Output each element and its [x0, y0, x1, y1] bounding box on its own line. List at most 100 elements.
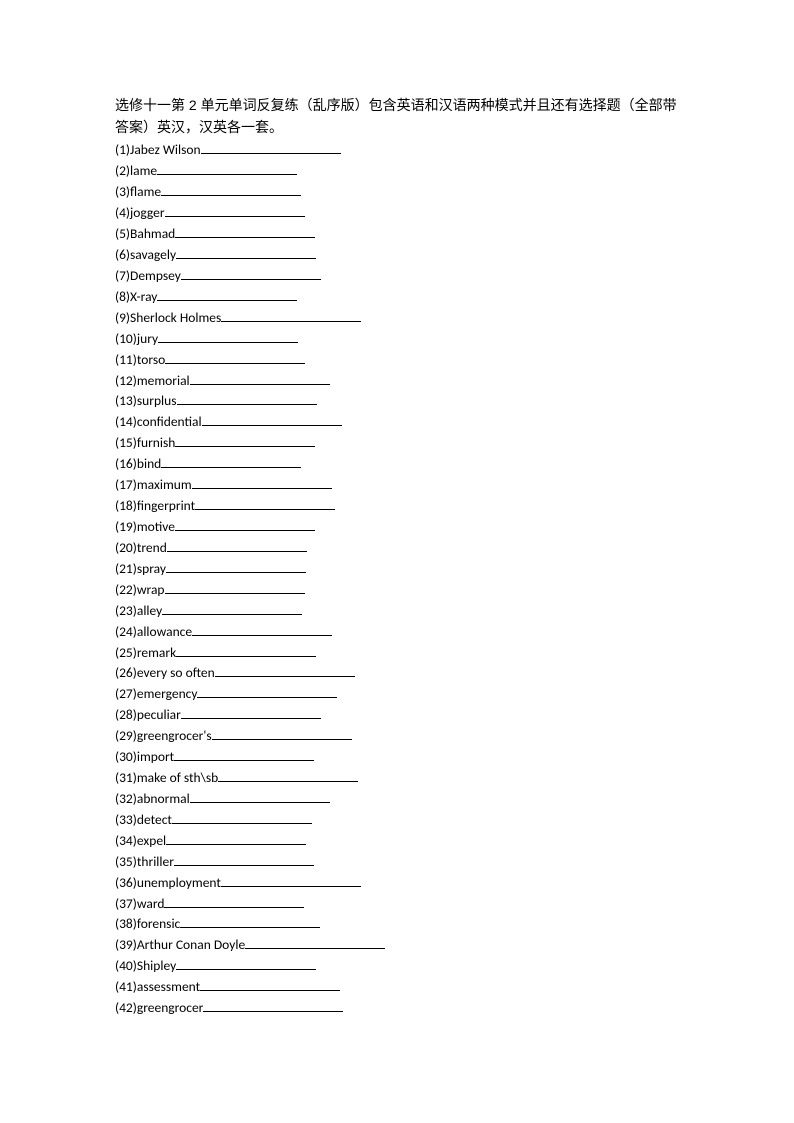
answer-blank[interactable] — [174, 852, 314, 866]
answer-blank[interactable] — [180, 914, 320, 928]
item-word: (9)Sherlock Holmes — [115, 308, 221, 329]
vocabulary-item: (40)Shipley — [115, 956, 679, 977]
vocabulary-item: (41)assessment — [115, 977, 679, 998]
answer-blank[interactable] — [192, 622, 332, 636]
answer-blank[interactable] — [157, 287, 297, 301]
item-word: (14)confidential — [115, 412, 202, 433]
vocabulary-item: (30)import — [115, 747, 679, 768]
answer-blank[interactable] — [175, 517, 315, 531]
worksheet-title: 选修十一第 2 单元单词反复练（乱序版）包含英语和汉语两种模式并且还有选择题（全… — [115, 95, 679, 138]
answer-blank[interactable] — [176, 643, 316, 657]
item-word: (29)greengrocer's — [115, 726, 212, 747]
answer-blank[interactable] — [221, 873, 361, 887]
item-word: (38)forensic — [115, 914, 180, 935]
vocabulary-item: (38)forensic — [115, 914, 679, 935]
answer-blank[interactable] — [165, 203, 305, 217]
item-word: (22)wrap — [115, 580, 165, 601]
answer-blank[interactable] — [175, 224, 315, 238]
answer-blank[interactable] — [172, 810, 312, 824]
answer-blank[interactable] — [181, 705, 321, 719]
item-word: (25)remark — [115, 643, 176, 664]
item-word: (17)maximum — [115, 475, 192, 496]
answer-blank[interactable] — [203, 998, 343, 1012]
answer-blank[interactable] — [165, 580, 305, 594]
vocabulary-item: (34)expel — [115, 831, 679, 852]
vocabulary-item: (36)unemployment — [115, 873, 679, 894]
answer-blank[interactable] — [201, 140, 341, 154]
answer-blank[interactable] — [158, 329, 298, 343]
answer-blank[interactable] — [157, 161, 297, 175]
item-word: (36)unemployment — [115, 873, 221, 894]
vocabulary-item: (17)maximum — [115, 475, 679, 496]
answer-blank[interactable] — [175, 433, 315, 447]
item-word: (18)fingerprint — [115, 496, 195, 517]
answer-blank[interactable] — [164, 894, 304, 908]
vocabulary-item: (3)flame — [115, 182, 679, 203]
answer-blank[interactable] — [176, 956, 316, 970]
vocabulary-item: (33)detect — [115, 810, 679, 831]
answer-blank[interactable] — [212, 726, 352, 740]
item-word: (13)surplus — [115, 391, 177, 412]
item-word: (4)jogger — [115, 203, 165, 224]
answer-blank[interactable] — [181, 266, 321, 280]
item-word: (32)abnormal — [115, 789, 190, 810]
answer-blank[interactable] — [192, 475, 332, 489]
item-word: (41)assessment — [115, 977, 200, 998]
answer-blank[interactable] — [200, 977, 340, 991]
vocabulary-item: (11)torso — [115, 350, 679, 371]
answer-blank[interactable] — [165, 350, 305, 364]
vocabulary-item: (5)Bahmad — [115, 224, 679, 245]
answer-blank[interactable] — [190, 371, 330, 385]
item-word: (11)torso — [115, 350, 165, 371]
answer-blank[interactable] — [195, 496, 335, 510]
answer-blank[interactable] — [176, 245, 316, 259]
answer-blank[interactable] — [218, 768, 358, 782]
answer-blank[interactable] — [162, 601, 302, 615]
item-word: (5)Bahmad — [115, 224, 175, 245]
vocabulary-item: (23)alley — [115, 601, 679, 622]
vocabulary-item: (25)remark — [115, 643, 679, 664]
answer-blank[interactable] — [166, 559, 306, 573]
item-word: (30)import — [115, 747, 174, 768]
answer-blank[interactable] — [190, 789, 330, 803]
vocabulary-item: (31)make of sth\sb — [115, 768, 679, 789]
vocabulary-item: (4)jogger — [115, 203, 679, 224]
vocabulary-item: (18)fingerprint — [115, 496, 679, 517]
item-word: (8)X-ray — [115, 287, 157, 308]
item-word: (15)furnish — [115, 433, 175, 454]
item-word: (16)bind — [115, 454, 161, 475]
item-word: (31)make of sth\sb — [115, 768, 218, 789]
answer-blank[interactable] — [166, 831, 306, 845]
vocabulary-item: (6)savagely — [115, 245, 679, 266]
vocabulary-item: (22)wrap — [115, 580, 679, 601]
answer-blank[interactable] — [167, 538, 307, 552]
answer-blank[interactable] — [202, 412, 342, 426]
answer-blank[interactable] — [177, 391, 317, 405]
vocabulary-item: (28)peculiar — [115, 705, 679, 726]
answer-blank[interactable] — [161, 454, 301, 468]
answer-blank[interactable] — [245, 935, 385, 949]
vocabulary-item: (13)surplus — [115, 391, 679, 412]
item-word: (39)Arthur Conan Doyle — [115, 935, 245, 956]
vocabulary-item: (26)every so often — [115, 663, 679, 684]
item-word: (27)emergency — [115, 684, 197, 705]
item-word: (37)ward — [115, 894, 164, 915]
answer-blank[interactable] — [161, 182, 301, 196]
vocabulary-item: (1)Jabez Wilson — [115, 140, 679, 161]
item-word: (40)Shipley — [115, 956, 176, 977]
vocabulary-item: (24)allowance — [115, 622, 679, 643]
item-word: (20)trend — [115, 538, 167, 559]
answer-blank[interactable] — [174, 747, 314, 761]
vocabulary-item: (2)lame — [115, 161, 679, 182]
item-word: (21)spray — [115, 559, 166, 580]
answer-blank[interactable] — [221, 308, 361, 322]
item-word: (35)thriller — [115, 852, 174, 873]
vocabulary-item: (8)X-ray — [115, 287, 679, 308]
vocabulary-item: (15)furnish — [115, 433, 679, 454]
item-word: (1)Jabez Wilson — [115, 140, 201, 161]
vocabulary-item: (39)Arthur Conan Doyle — [115, 935, 679, 956]
answer-blank[interactable] — [215, 663, 355, 677]
vocabulary-item: (21)spray — [115, 559, 679, 580]
answer-blank[interactable] — [197, 684, 337, 698]
vocabulary-item: (7)Dempsey — [115, 266, 679, 287]
